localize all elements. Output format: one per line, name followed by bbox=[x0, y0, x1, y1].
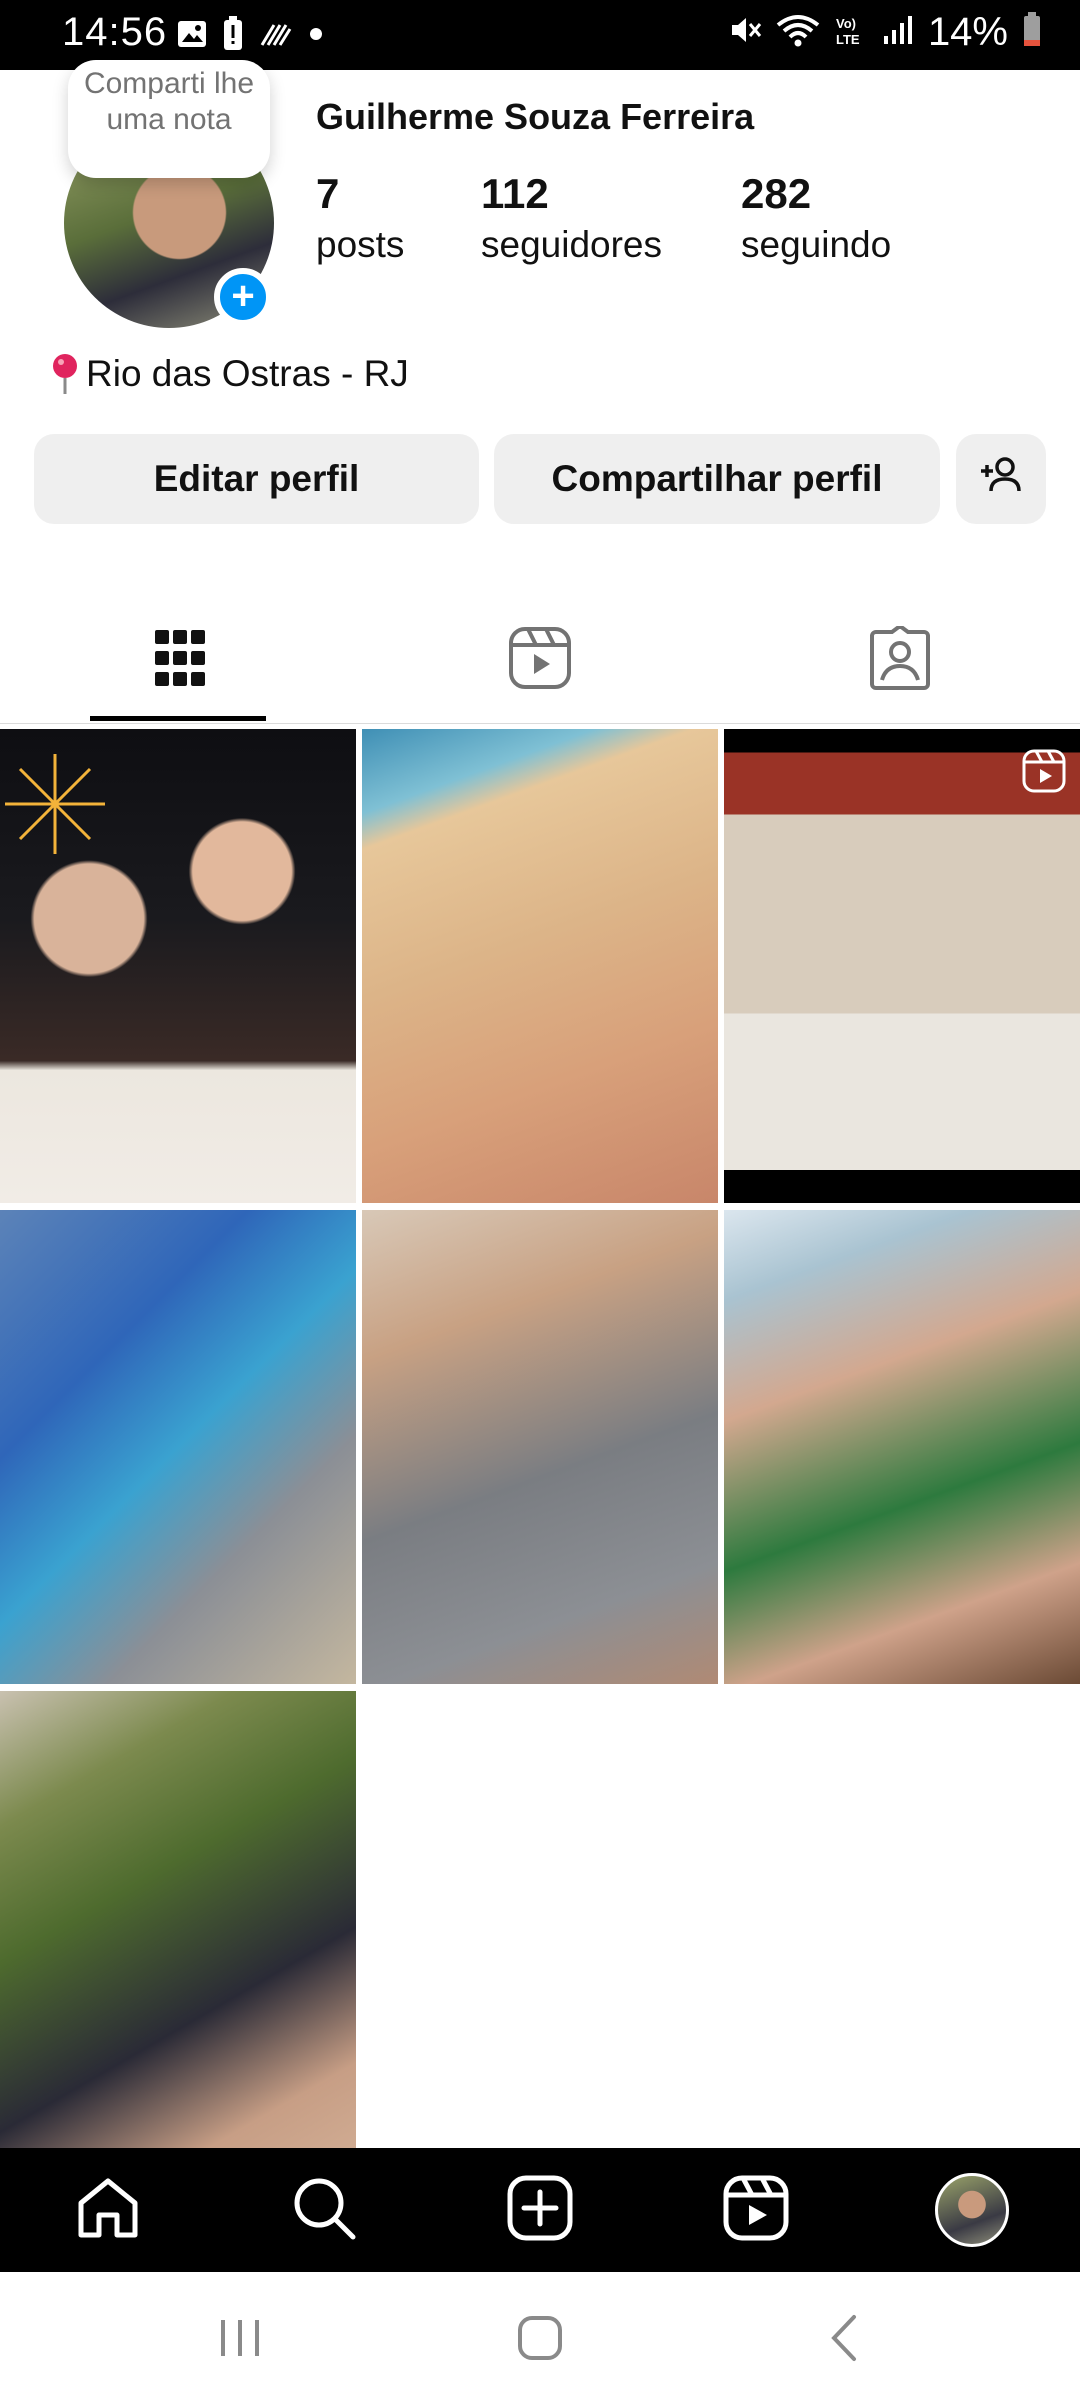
recents-icon bbox=[215, 2316, 265, 2365]
followers-count: 112 bbox=[481, 170, 549, 217]
svg-text:Vo): Vo) bbox=[836, 16, 856, 31]
battery-alert-icon bbox=[222, 16, 244, 57]
stat-posts[interactable]: 7 posts bbox=[316, 170, 404, 266]
following-label: seguindo bbox=[741, 224, 892, 265]
reels-icon bbox=[508, 626, 572, 695]
location-text: Rio das Ostras - RJ bbox=[86, 353, 409, 394]
pin-icon bbox=[48, 352, 82, 396]
nav-profile[interactable] bbox=[864, 2148, 1080, 2272]
edit-profile-button[interactable]: Editar perfil bbox=[34, 434, 479, 524]
post-thumbnail[interactable] bbox=[0, 1210, 356, 1684]
system-home-icon bbox=[515, 2313, 565, 2368]
fireworks-graphic bbox=[5, 754, 105, 854]
tab-posts-grid[interactable] bbox=[0, 595, 360, 725]
signal-icon bbox=[882, 14, 914, 51]
nav-home[interactable] bbox=[0, 2148, 216, 2272]
tabs-divider bbox=[0, 723, 1080, 724]
post-thumbnail[interactable] bbox=[362, 729, 718, 1203]
posts-label: posts bbox=[316, 224, 405, 265]
data-saver-icon bbox=[258, 19, 294, 54]
bottom-nav bbox=[0, 2148, 1080, 2272]
post-thumbnail[interactable] bbox=[362, 1210, 718, 1684]
stat-followers[interactable]: 112 seguidores bbox=[481, 170, 662, 266]
system-home-button[interactable] bbox=[440, 2272, 640, 2408]
search-icon bbox=[291, 2175, 357, 2246]
reels-icon bbox=[723, 2175, 789, 2246]
mute-icon bbox=[728, 13, 762, 52]
following-count: 282 bbox=[741, 170, 812, 217]
svg-text:LTE: LTE bbox=[836, 32, 860, 47]
post-thumbnail[interactable] bbox=[0, 729, 356, 1203]
posts-count: 7 bbox=[316, 170, 340, 217]
profile-avatar bbox=[935, 2173, 1009, 2247]
nav-reels[interactable] bbox=[648, 2148, 864, 2272]
home-icon bbox=[75, 2175, 141, 2246]
tab-tagged[interactable] bbox=[720, 595, 1080, 725]
post-thumbnail[interactable] bbox=[724, 1210, 1080, 1684]
create-icon bbox=[507, 2175, 573, 2246]
nav-search[interactable] bbox=[216, 2148, 432, 2272]
post-thumbnail[interactable] bbox=[0, 1691, 356, 2165]
system-nav-bar bbox=[0, 2272, 1080, 2408]
status-right-icons: Vo) LTE 14% bbox=[728, 10, 1042, 55]
post-thumbnail[interactable] bbox=[724, 729, 1080, 1203]
profile-tabs bbox=[0, 595, 1080, 725]
share-profile-button[interactable]: Compartilhar perfil bbox=[494, 434, 940, 524]
tagged-icon bbox=[868, 623, 932, 695]
recents-button[interactable] bbox=[140, 2272, 340, 2408]
back-button[interactable] bbox=[744, 2272, 944, 2408]
grid-icon bbox=[153, 626, 207, 695]
discover-people-button[interactable] bbox=[956, 434, 1046, 524]
note-bubble[interactable]: Comparti lhe uma nota bbox=[68, 60, 270, 178]
profile-name: Guilherme Souza Ferreira bbox=[316, 96, 755, 137]
stat-following[interactable]: 282 seguindo bbox=[741, 170, 891, 266]
status-left-icons bbox=[176, 16, 324, 57]
volte-icon: Vo) LTE bbox=[834, 13, 868, 52]
add-person-icon bbox=[977, 451, 1025, 508]
note-text: Comparti lhe uma nota bbox=[83, 67, 255, 136]
nav-create[interactable] bbox=[432, 2148, 648, 2272]
image-icon bbox=[176, 18, 208, 55]
wifi-icon bbox=[776, 13, 820, 52]
dot-icon bbox=[308, 26, 324, 47]
add-story-button[interactable]: + bbox=[214, 268, 272, 326]
active-tab-indicator bbox=[90, 716, 266, 721]
profile-location: Rio das Ostras - RJ bbox=[48, 352, 409, 396]
status-time: 14:56 bbox=[62, 10, 168, 54]
tab-reels[interactable] bbox=[360, 595, 720, 725]
battery-icon bbox=[1022, 12, 1042, 53]
followers-label: seguidores bbox=[481, 224, 663, 265]
back-icon bbox=[824, 2313, 864, 2368]
reel-badge-icon bbox=[1022, 749, 1066, 798]
battery-percent: 14% bbox=[927, 10, 1008, 54]
